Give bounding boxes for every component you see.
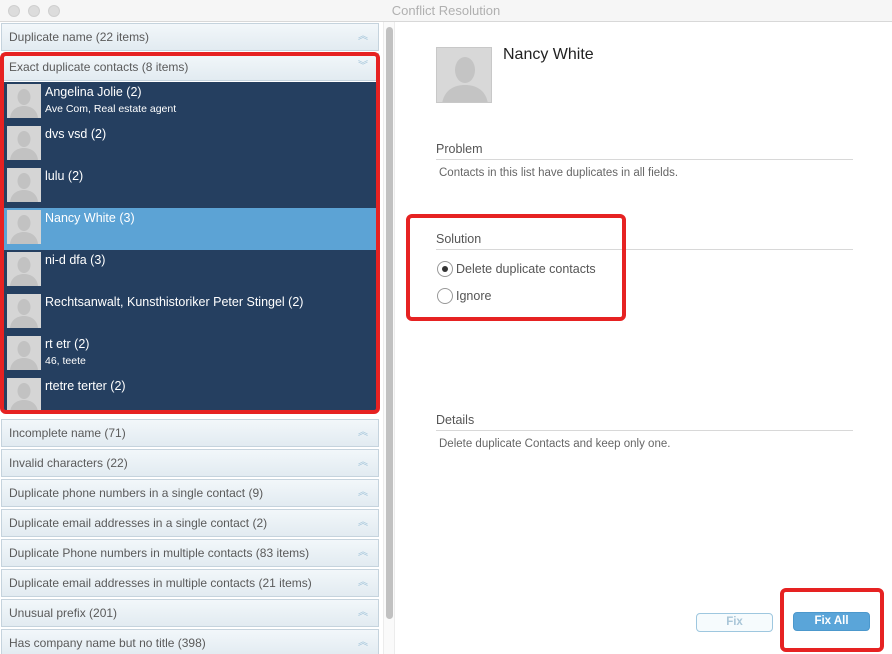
title-bar: Conflict Resolution	[0, 0, 892, 22]
group-label: Unusual prefix (201)	[9, 606, 118, 620]
avatar-placeholder-icon	[7, 252, 41, 286]
radio-label: Ignore	[456, 289, 492, 303]
contact-subtitle: Ave Com, Real estate agent	[45, 103, 177, 115]
double-chevron-up-icon: ︽	[358, 637, 368, 648]
group-duplicate-email-multiple[interactable]: Duplicate email addresses in multiple co…	[1, 569, 379, 597]
avatar-placeholder-icon	[7, 168, 41, 202]
avatar-placeholder-icon	[7, 84, 41, 118]
double-chevron-up-icon: ︽	[358, 31, 368, 42]
contact-subtitle: 46, teete	[45, 355, 86, 367]
list-scrollbar[interactable]	[383, 22, 395, 654]
radio-button-checked[interactable]	[437, 261, 453, 277]
radio-label: Delete duplicate contacts	[456, 262, 596, 276]
contact-row[interactable]: lulu (2)	[3, 166, 377, 208]
contact-name: dvs vsd (2)	[45, 127, 107, 141]
double-chevron-up-icon: ︽	[358, 607, 368, 618]
group-label: Exact duplicate contacts (8 items)	[9, 60, 189, 74]
radio-ignore[interactable]: Ignore	[437, 287, 491, 305]
avatar-placeholder-icon	[7, 336, 41, 370]
solution-heading: Solution	[436, 232, 482, 246]
double-chevron-up-icon: ︽	[358, 577, 368, 588]
problem-text: Contacts in this list have duplicates in…	[439, 167, 679, 179]
radio-button-unchecked[interactable]	[437, 288, 453, 304]
contact-row[interactable]: Rechtsanwalt, Kunsthistoriker Peter Stin…	[3, 292, 377, 334]
group-label: Incomplete name (71)	[9, 426, 126, 440]
fix-button[interactable]: Fix	[696, 613, 773, 632]
group-label: Duplicate name (22 items)	[9, 30, 150, 44]
solution-divider	[436, 249, 853, 250]
group-exact-duplicate-contacts[interactable]: Exact duplicate contacts (8 items) ︾	[1, 53, 379, 81]
group-unusual-prefix[interactable]: Unusual prefix (201) ︽	[1, 599, 379, 627]
group-duplicate-name[interactable]: Duplicate name (22 items) ︽	[1, 23, 379, 51]
window-title: Conflict Resolution	[391, 3, 501, 18]
avatar-placeholder-icon	[7, 210, 41, 244]
avatar-placeholder-icon	[7, 294, 41, 328]
conflict-resolution-window: Conflict Resolution Duplicate name (22 i…	[0, 0, 892, 654]
group-duplicate-phone-single[interactable]: Duplicate phone numbers in a single cont…	[1, 479, 379, 507]
contact-row[interactable]: dvs vsd (2)	[3, 124, 377, 166]
group-label: Duplicate Phone numbers in multiple cont…	[9, 546, 310, 560]
double-chevron-up-icon: ︽	[358, 427, 368, 438]
group-invalid-characters[interactable]: Invalid characters (22) ︽	[1, 449, 379, 477]
problem-divider	[436, 159, 853, 160]
contact-name: Angelina Jolie (2)	[45, 85, 142, 99]
group-label: Invalid characters (22)	[9, 456, 128, 470]
group-company-no-title[interactable]: Has company name but no title (398) ︽	[1, 629, 379, 654]
selected-contact-name: Nancy White	[503, 46, 594, 63]
details-divider	[436, 430, 853, 431]
group-duplicate-phone-multiple[interactable]: Duplicate Phone numbers in multiple cont…	[1, 539, 379, 567]
contact-row-selected[interactable]: Nancy White (3)	[3, 208, 377, 250]
group-label: Duplicate email addresses in multiple co…	[9, 576, 312, 590]
group-label: Duplicate phone numbers in a single cont…	[9, 486, 264, 500]
scrollbar-thumb[interactable]	[386, 27, 393, 619]
contact-name: ni-d dfa (3)	[45, 253, 106, 267]
contact-row[interactable]: Angelina Jolie (2) Ave Com, Real estate …	[3, 82, 377, 124]
double-chevron-up-icon: ︽	[358, 517, 368, 528]
contact-name: lulu (2)	[45, 169, 84, 183]
double-chevron-up-icon: ︽	[358, 547, 368, 558]
radio-delete-duplicates[interactable]: Delete duplicate contacts	[437, 260, 596, 278]
group-incomplete-name[interactable]: Incomplete name (71) ︽	[1, 419, 379, 447]
contact-name: Nancy White (3)	[45, 211, 135, 225]
contact-row[interactable]: rtetre terter (2)	[3, 376, 377, 418]
issue-list-pane: Duplicate name (22 items) ︽ Exact duplic…	[0, 22, 382, 654]
contact-row[interactable]: ni-d dfa (3)	[3, 250, 377, 292]
contact-name: rtetre terter (2)	[45, 379, 126, 393]
details-heading: Details	[436, 413, 475, 427]
contact-row[interactable]: rt etr (2) 46, teete	[3, 334, 377, 376]
avatar-placeholder-icon	[7, 378, 41, 412]
duplicate-contacts-list: Angelina Jolie (2) Ave Com, Real estate …	[3, 82, 377, 412]
contact-name: Rechtsanwalt, Kunsthistoriker Peter Stin…	[45, 295, 304, 309]
double-chevron-up-icon: ︽	[358, 457, 368, 468]
avatar-placeholder-icon	[7, 126, 41, 160]
group-duplicate-email-single[interactable]: Duplicate email addresses in a single co…	[1, 509, 379, 537]
problem-heading: Problem	[436, 142, 483, 156]
contact-name: rt etr (2)	[45, 337, 90, 351]
contact-photo-placeholder-icon	[436, 47, 492, 103]
group-label: Has company name but no title (398)	[9, 636, 206, 650]
double-chevron-up-icon: ︽	[358, 487, 368, 498]
detail-pane: Nancy White Problem Contacts in this lis…	[396, 22, 892, 654]
fix-all-button[interactable]: Fix All	[793, 612, 870, 631]
group-label: Duplicate email addresses in a single co…	[9, 516, 268, 530]
double-chevron-down-icon: ︾	[358, 61, 368, 72]
details-text: Delete duplicate Contacts and keep only …	[439, 438, 671, 450]
